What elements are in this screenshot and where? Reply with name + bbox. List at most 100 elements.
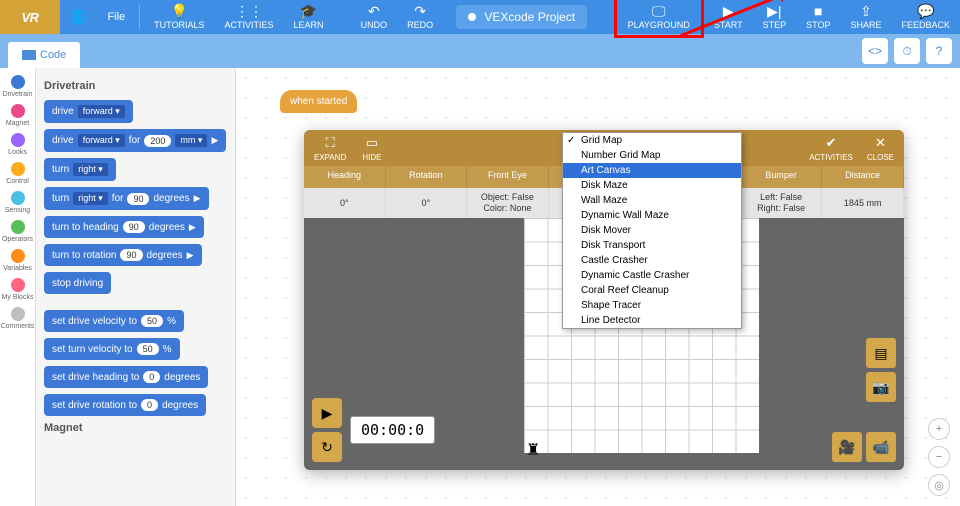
label: START (714, 20, 743, 30)
block-turn-rotation[interactable]: turn to rotation90degrees▶ (44, 244, 202, 266)
category-dot-icon (11, 191, 25, 205)
playground-select-dropdown[interactable]: Grid MapNumber Grid MapArt CanvasDisk Ma… (562, 132, 742, 329)
camera-top-button[interactable]: 📷 (866, 372, 896, 402)
dropdown-option[interactable]: Castle Crasher (563, 253, 741, 268)
category-drivetrain[interactable]: Drivetrain (0, 72, 35, 101)
activities-button[interactable]: ⋮⋮ACTIVITIES (215, 0, 284, 34)
label: UNDO (361, 20, 388, 30)
label: REDO (407, 20, 433, 30)
camera-side-button[interactable]: 📹 (866, 432, 896, 462)
block-drive-heading-set[interactable]: set drive heading to0degrees (44, 366, 208, 388)
dropdown-option[interactable]: Wall Maze (563, 193, 741, 208)
block-drive[interactable]: driveforward ▾ (44, 100, 133, 123)
feedback-button[interactable]: 💬FEEDBACK (891, 0, 960, 34)
category-dot-icon (11, 162, 25, 176)
label: HIDE (362, 153, 381, 162)
block-turn[interactable]: turnright ▾ (44, 158, 116, 181)
category-variables[interactable]: Variables (0, 246, 35, 275)
workspace[interactable]: when started ⛶EXPAND ▭HIDE ✔ACTIVITIES ✕… (236, 68, 960, 506)
learn-button[interactable]: 🎓LEARN (284, 0, 334, 34)
block-turn-for[interactable]: turnright ▾for90degrees▶ (44, 187, 209, 210)
step-button[interactable]: ▶|STEP (753, 0, 797, 34)
start-button[interactable]: ▶ START (704, 0, 753, 34)
category-magnet[interactable]: Magnet (0, 101, 35, 130)
help-button[interactable]: ? (926, 38, 952, 64)
block-stop-driving[interactable]: stop driving (44, 272, 111, 294)
reset-button[interactable]: ↻ (312, 432, 342, 462)
category-looks[interactable]: Looks (0, 130, 35, 159)
palette-heading-drivetrain: Drivetrain (44, 80, 227, 92)
timer-display: 00:00:0 (350, 416, 435, 444)
language-button[interactable]: 🌐 (60, 0, 97, 34)
project-name[interactable]: VEXcode Project (456, 5, 587, 29)
category-control[interactable]: Control (0, 159, 35, 188)
category-dot-icon (11, 278, 25, 292)
playground-button[interactable]: 🖵PLAYGROUND (618, 0, 700, 34)
dropdown-option[interactable]: Dynamic Castle Crasher (563, 268, 741, 283)
pg-activities-button[interactable]: ✔ACTIVITIES (809, 135, 853, 162)
block-turn-heading[interactable]: turn to heading90degrees▶ (44, 216, 204, 238)
block-drive-for[interactable]: driveforward ▾for200mm ▾▶ (44, 129, 226, 152)
dropdown-option[interactable]: Number Grid Map (563, 148, 741, 163)
close-button[interactable]: ✕CLOSE (867, 135, 894, 162)
val-rotation: 0° (386, 188, 468, 218)
block-turn-velocity[interactable]: set turn velocity to50% (44, 338, 180, 360)
zoom-in-button[interactable]: + (928, 418, 950, 440)
dropdown-option[interactable]: Dynamic Wall Maze (563, 208, 741, 223)
monitor-icon: 🖵 (652, 4, 666, 18)
share-button[interactable]: ⇪ SHARE (840, 0, 891, 34)
block-drive-rotation-set[interactable]: set drive rotation to0degrees (44, 394, 206, 416)
dropdown-option[interactable]: Art Canvas (563, 163, 741, 178)
close-icon: ✕ (875, 135, 886, 151)
dropdown-option[interactable]: Shape Tracer (563, 298, 741, 313)
dropdown-option[interactable]: Coral Reef Cleanup (563, 283, 741, 298)
when-started-block[interactable]: when started (280, 90, 357, 113)
label: Code (40, 49, 66, 61)
stop-button[interactable]: ■STOP (796, 0, 840, 34)
dropdown-option[interactable]: Line Detector (563, 313, 741, 328)
block-drive-velocity[interactable]: set drive velocity to50% (44, 310, 184, 332)
category-my blocks[interactable]: My Blocks (0, 275, 35, 304)
dropdown-option[interactable]: Disk Maze (563, 178, 741, 193)
category-dot-icon (11, 220, 25, 234)
label: VEXcode Project (484, 10, 575, 24)
file-menu[interactable]: File (97, 0, 135, 34)
dropdown-option[interactable]: Grid Map (563, 133, 741, 148)
category-sensing[interactable]: Sensing (0, 188, 35, 217)
undo-button[interactable]: ↶UNDO (351, 0, 398, 34)
camera-icon: 🎥 (838, 439, 855, 456)
label: SHARE (850, 20, 881, 30)
label: TUTORIALS (154, 20, 204, 30)
block-palette: Drivetrain driveforward ▾ driveforward ▾… (36, 68, 236, 506)
category-comments[interactable]: Comments (0, 304, 35, 333)
dropdown-option[interactable]: Disk Transport (563, 238, 741, 253)
run-button[interactable]: ▶ (312, 398, 342, 428)
expand-button[interactable]: ⛶EXPAND (314, 135, 346, 162)
playground-highlight: 🖵PLAYGROUND (614, 0, 704, 38)
target-icon: ◎ (934, 479, 944, 492)
dropdown-option[interactable]: Disk Mover (563, 223, 741, 238)
sub-toolbar: Code <> ⏱ ? (0, 34, 960, 68)
redo-button[interactable]: ↷REDO (397, 0, 443, 34)
data-button[interactable]: ▤ (866, 338, 896, 368)
category-operators[interactable]: Operators (0, 217, 35, 246)
category-dot-icon (11, 104, 25, 118)
dashboard-button[interactable]: ⏱ (894, 38, 920, 64)
dash-distance: Distance (822, 166, 904, 188)
label: STOP (806, 20, 830, 30)
share-icon: ⇪ (860, 4, 872, 18)
play-icon: ▶ (723, 4, 734, 18)
convert-button[interactable]: <> (862, 38, 888, 64)
val-heading: 0° (304, 188, 386, 218)
label: Variables (3, 265, 32, 272)
code-tab[interactable]: Code (8, 42, 80, 68)
label: Comments (1, 323, 35, 330)
category-column: DrivetrainMagnetLooksControlSensingOpera… (0, 68, 36, 506)
zoom-fit-button[interactable]: ◎ (928, 474, 950, 496)
reset-icon: ↻ (321, 439, 333, 456)
hide-button[interactable]: ▭HIDE (362, 135, 381, 162)
camera-chase-button[interactable]: 🎥 (832, 432, 862, 462)
camera-icon: 📷 (872, 379, 889, 396)
zoom-out-button[interactable]: − (928, 446, 950, 468)
tutorials-button[interactable]: 💡TUTORIALS (144, 0, 214, 34)
